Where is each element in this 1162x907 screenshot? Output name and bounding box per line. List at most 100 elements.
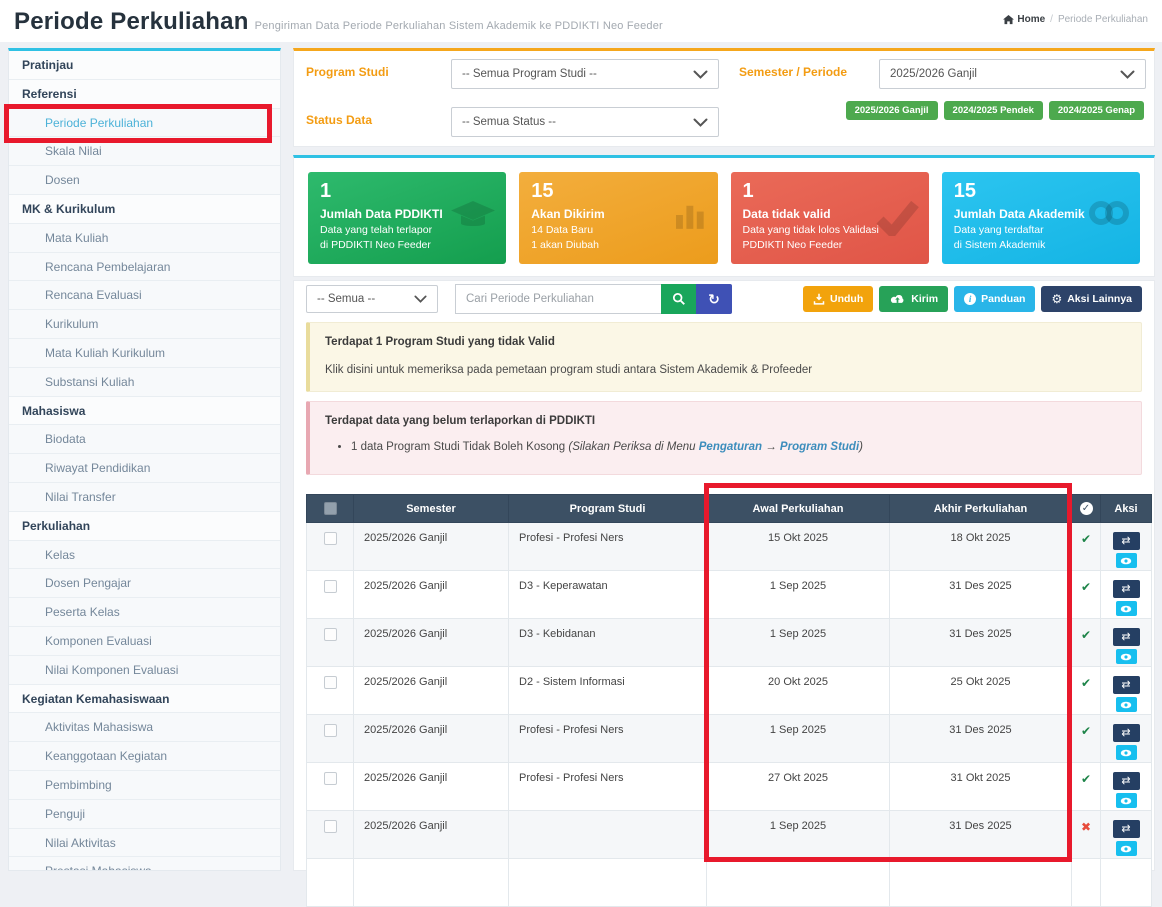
chevron-down-icon [693,118,708,127]
unduh-button[interactable]: Unduh [803,286,873,312]
breadcrumb-home[interactable]: Home [1003,14,1045,25]
sync-button[interactable]: ⇄ [1113,628,1140,646]
sidebar-menu: PratinjauReferensiPeriode PerkuliahanSka… [8,48,281,871]
sidebar-item-aktivitas-mahasiswa[interactable]: Aktivitas Mahasiswa [9,713,280,742]
view-button[interactable] [1116,745,1137,760]
page-size-select[interactable]: -- Semua -- [306,285,438,313]
cell-semester: 2025/2026 Ganjil [354,619,509,667]
sync-button[interactable]: ⇄ [1113,724,1140,742]
page-size-value: -- Semua -- [317,293,375,305]
view-button[interactable] [1116,793,1137,808]
row-checkbox[interactable] [324,628,337,641]
program-studi-select[interactable]: -- Semua Program Studi -- [451,59,719,89]
eye-icon [1120,797,1132,805]
sidebar-item-pembimbing[interactable]: Pembimbing [9,771,280,800]
disini-link[interactable]: disini [347,364,373,376]
semester-badges: 2025/2026 Ganjil 2024/2025 Pendek 2024/202… [846,101,1144,120]
search-button[interactable] [661,284,696,314]
eye-icon [1120,749,1132,757]
sync-button[interactable]: ⇄ [1113,820,1140,838]
sync-button[interactable]: ⇄ [1113,676,1140,694]
alert-note: (Silakan Periksa di Menu [568,441,698,453]
cell-semester: 2025/2026 Ganjil [354,523,509,571]
stat-card-red: 1Data tidak validData yang tidak lolos V… [731,172,929,264]
breadcrumb-separator: / [1050,14,1053,25]
sidebar-item-substansi-kuliah[interactable]: Substansi Kuliah [9,368,280,397]
chevron-down-icon [414,295,427,303]
sidebar-item-rencana-evaluasi[interactable]: Rencana Evaluasi [9,281,280,310]
sidebar-item-nilai-komponen-evaluasi[interactable]: Nilai Komponen Evaluasi [9,656,280,685]
view-button[interactable] [1116,649,1137,664]
sidebar-item-dosen[interactable]: Dosen [9,166,280,195]
sidebar-item-skala-nilai[interactable]: Skala Nilai [9,137,280,166]
row-select-cell [307,859,354,907]
row-select-cell [307,763,354,811]
row-checkbox[interactable] [324,724,337,737]
semester-badge[interactable]: 2024/2025 Genap [1049,101,1144,120]
page-subtitle: Pengiriman Data Periode Perkuliahan Sist… [255,20,663,32]
cell-program-studi: D3 - Kebidanan [509,619,707,667]
cell-aksi [1101,859,1152,907]
cell-awal-perkuliahan: 1 Sep 2025 [707,619,890,667]
sidebar-item-mata-kuliah[interactable]: Mata Kuliah [9,224,280,253]
view-button[interactable] [1116,697,1137,712]
select-all-checkbox[interactable] [324,502,337,515]
view-button[interactable] [1116,553,1137,568]
semester-badge[interactable]: 2025/2026 Ganjil [846,101,938,120]
valid-check-icon: ✔ [1081,532,1091,546]
cell-awal-perkuliahan: 1 Sep 2025 [707,571,890,619]
sidebar-item-dosen-pengajar[interactable]: Dosen Pengajar [9,569,280,598]
valid-check-icon: ✔ [1081,724,1091,738]
cell-valid: ✔ [1072,715,1101,763]
sidebar-item-riwayat-pendidikan[interactable]: Riwayat Pendidikan [9,454,280,483]
view-button[interactable] [1116,601,1137,616]
sidebar-item-kurikulum[interactable]: Kurikulum [9,310,280,339]
program-studi-link[interactable]: Program Studi [780,441,859,453]
panduan-button[interactable]: i Panduan [954,286,1035,312]
sidebar-item-keanggotaan-kegiatan[interactable]: Keanggotaan Kegiatan [9,742,280,771]
program-studi-value: -- Semua Program Studi -- [462,68,597,80]
page-title: Periode PerkuliahanPengiriman Data Perio… [14,8,663,36]
sidebar-item-penguji[interactable]: Penguji [9,800,280,829]
sidebar-section-header: Mahasiswa [9,397,280,426]
semester-badge[interactable]: 2024/2025 Pendek [944,101,1043,120]
aksi-lainnya-label: Aksi Lainnya [1067,293,1132,305]
header-program-studi: Program Studi [509,495,707,523]
semester-select[interactable]: 2025/2026 Ganjil [879,59,1146,89]
sidebar-item-peserta-kelas[interactable]: Peserta Kelas [9,598,280,627]
sidebar-item-periode-perkuliahan[interactable]: Periode Perkuliahan [9,109,280,138]
sidebar-section-header: Referensi [9,80,280,109]
row-checkbox[interactable] [324,580,337,593]
status-data-select[interactable]: -- Semua Status -- [451,107,719,137]
table-row: 2025/2026 GanjilD3 - Keperawatan1 Sep 20… [307,571,1152,619]
row-checkbox[interactable] [324,772,337,785]
header-valid: ✓ [1072,495,1101,523]
view-button[interactable] [1116,841,1137,856]
row-checkbox[interactable] [324,676,337,689]
sidebar-item-prestasi-mahasiswa[interactable]: Prestasi Mahasiswa [9,857,280,871]
row-checkbox[interactable] [324,532,337,545]
kirim-button[interactable]: Kirim [879,286,948,312]
sidebar-item-nilai-transfer[interactable]: Nilai Transfer [9,483,280,512]
sync-button[interactable]: ⇄ [1113,580,1140,598]
sidebar-item-nilai-aktivitas[interactable]: Nilai Aktivitas [9,829,280,858]
table-row: 2025/2026 GanjilProfesi - Profesi Ners15… [307,523,1152,571]
sidebar-item-kelas[interactable]: Kelas [9,541,280,570]
row-checkbox[interactable] [324,820,337,833]
sync-button[interactable]: ⇄ [1113,772,1140,790]
refresh-button[interactable]: ↻ [696,284,732,314]
sidebar-item-biodata[interactable]: Biodata [9,425,280,454]
table-body: 2025/2026 GanjilProfesi - Profesi Ners15… [307,523,1152,907]
cell-akhir-perkuliahan [890,859,1072,907]
search-input[interactable] [455,284,661,314]
eye-icon [1120,845,1132,853]
aksi-lainnya-button[interactable]: ⚙ Aksi Lainnya [1041,286,1142,312]
alert-body: Klik disini untuk memeriksa pada pemetaa… [325,364,1126,376]
sidebar-item-mata-kuliah-kurikulum[interactable]: Mata Kuliah Kurikulum [9,339,280,368]
cell-aksi: ⇄ [1101,667,1152,715]
select-all-header [307,495,354,523]
sidebar-item-komponen-evaluasi[interactable]: Komponen Evaluasi [9,627,280,656]
pengaturan-link[interactable]: Pengaturan [699,441,762,453]
sidebar-item-rencana-pembelajaran[interactable]: Rencana Pembelajaran [9,253,280,282]
sync-button[interactable]: ⇄ [1113,532,1140,550]
